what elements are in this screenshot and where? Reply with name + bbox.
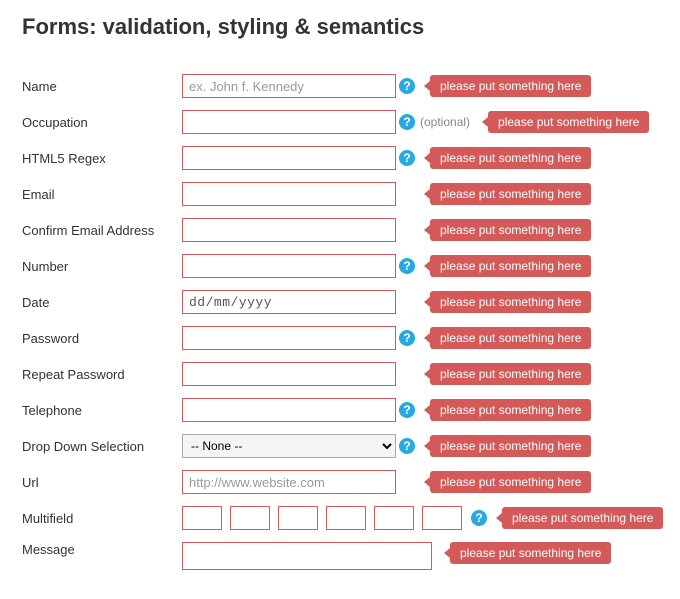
label-repeat-password: Repeat Password (22, 367, 182, 382)
page-title: Forms: validation, styling & semantics (22, 14, 658, 40)
row-number: Number ? please put something here (22, 254, 658, 278)
label-dropdown: Drop Down Selection (22, 439, 182, 454)
row-occupation: Occupation ? (optional) please put somet… (22, 110, 658, 134)
row-email: Email ? please put something here (22, 182, 658, 206)
label-confirm-email: Confirm Email Address (22, 223, 182, 238)
label-message: Message (22, 542, 182, 557)
row-confirm-email: Confirm Email Address ? please put somet… (22, 218, 658, 242)
multifield-input-2[interactable] (230, 506, 270, 530)
error-badge: please put something here (450, 542, 611, 564)
row-repeat-password: Repeat Password ? please put something h… (22, 362, 658, 386)
help-icon[interactable]: ? (399, 114, 415, 130)
confirm-email-input[interactable] (182, 218, 396, 242)
optional-label: (optional) (418, 115, 476, 129)
row-url: Url ? please put something here (22, 470, 658, 494)
multifield-input-3[interactable] (278, 506, 318, 530)
error-badge: please put something here (430, 435, 591, 457)
row-telephone: Telephone ? please put something here (22, 398, 658, 422)
label-occupation: Occupation (22, 115, 182, 130)
label-email: Email (22, 187, 182, 202)
row-password: Password ? please put something here (22, 326, 658, 350)
label-url: Url (22, 475, 182, 490)
url-input[interactable] (182, 470, 396, 494)
multifield-input-4[interactable] (326, 506, 366, 530)
label-date: Date (22, 295, 182, 310)
label-telephone: Telephone (22, 403, 182, 418)
label-password: Password (22, 331, 182, 346)
row-multifield: Multifield ? please put something here (22, 506, 658, 530)
label-number: Number (22, 259, 182, 274)
help-icon[interactable]: ? (399, 258, 415, 274)
row-message: Message please put something here (22, 542, 658, 573)
date-input[interactable] (182, 290, 396, 314)
multifield-input-6[interactable] (422, 506, 462, 530)
help-icon[interactable]: ? (471, 510, 487, 526)
error-badge: please put something here (430, 255, 591, 277)
error-badge: please put something here (430, 471, 591, 493)
error-badge: please put something here (430, 147, 591, 169)
error-badge: please put something here (430, 183, 591, 205)
error-badge: please put something here (488, 111, 649, 133)
message-textarea[interactable] (182, 542, 432, 570)
row-regex: HTML5 Regex ? please put something here (22, 146, 658, 170)
password-input[interactable] (182, 326, 396, 350)
help-icon[interactable]: ? (399, 402, 415, 418)
help-icon[interactable]: ? (399, 150, 415, 166)
telephone-input[interactable] (182, 398, 396, 422)
email-input[interactable] (182, 182, 396, 206)
error-badge: please put something here (430, 219, 591, 241)
error-badge: please put something here (430, 399, 591, 421)
row-date: Date ? please put something here (22, 290, 658, 314)
help-icon[interactable]: ? (399, 438, 415, 454)
row-dropdown: Drop Down Selection -- None -- ? please … (22, 434, 658, 458)
row-name: Name ? please put something here (22, 74, 658, 98)
occupation-input[interactable] (182, 110, 396, 134)
name-input[interactable] (182, 74, 396, 98)
label-multifield: Multifield (22, 511, 182, 526)
number-input[interactable] (182, 254, 396, 278)
dropdown-select[interactable]: -- None -- (182, 434, 396, 458)
error-badge: please put something here (430, 75, 591, 97)
multifield-input-5[interactable] (374, 506, 414, 530)
label-regex: HTML5 Regex (22, 151, 182, 166)
error-badge: please put something here (502, 507, 663, 529)
multifield-input-1[interactable] (182, 506, 222, 530)
help-icon[interactable]: ? (399, 78, 415, 94)
error-badge: please put something here (430, 291, 591, 313)
multifield-group (182, 506, 462, 530)
label-name: Name (22, 79, 182, 94)
help-icon[interactable]: ? (399, 330, 415, 346)
regex-input[interactable] (182, 146, 396, 170)
error-badge: please put something here (430, 363, 591, 385)
error-badge: please put something here (430, 327, 591, 349)
repeat-password-input[interactable] (182, 362, 396, 386)
